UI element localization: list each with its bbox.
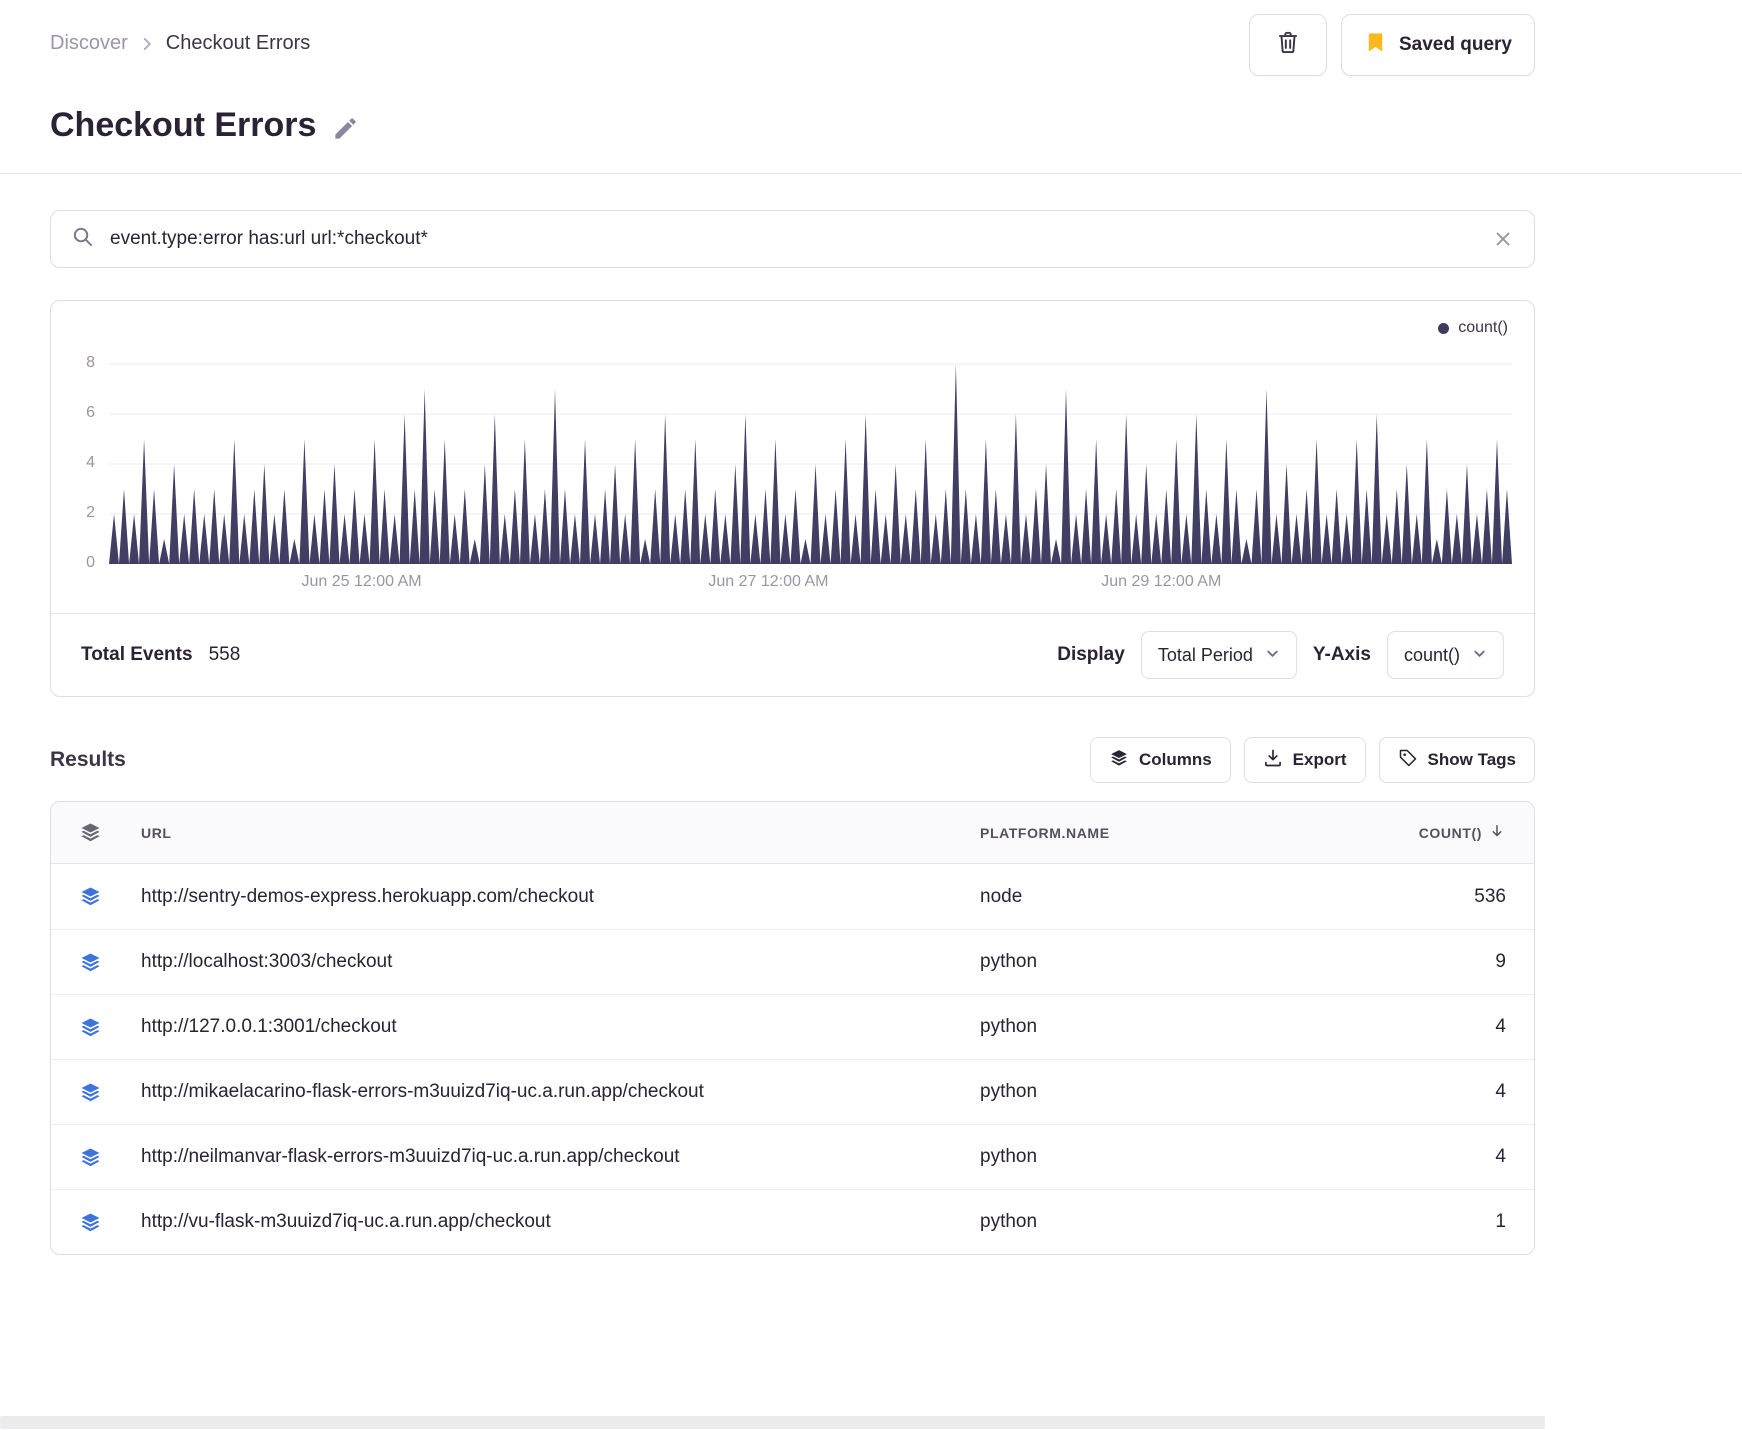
count-cell[interactable]: 4 <box>1356 1081 1506 1103</box>
count-cell[interactable]: 536 <box>1356 886 1506 908</box>
page-divider <box>0 173 1742 174</box>
platform-cell[interactable]: python <box>980 1016 1340 1038</box>
breadcrumb: Discover Checkout Errors <box>50 32 310 55</box>
download-icon <box>1263 748 1283 773</box>
layers-icon <box>1109 748 1129 773</box>
results-heading: Results <box>50 748 126 771</box>
delete-saved-query-button[interactable] <box>1249 14 1327 76</box>
table-body: http://sentry-demos-express.herokuapp.co… <box>51 864 1534 1254</box>
table-header: URL PLATFORM.NAME COUNT() <box>51 802 1534 864</box>
results-table: URL PLATFORM.NAME COUNT() http://sentry-… <box>50 801 1535 1255</box>
bookmark-icon <box>1364 31 1387 60</box>
saved-query-label: Saved query <box>1399 34 1512 55</box>
url-cell[interactable]: http://mikaelacarino-flask-errors-m3uuiz… <box>141 1081 964 1103</box>
top-bar: Discover Checkout Errors Saved query <box>50 0 1535 76</box>
chevron-right-icon <box>138 35 156 53</box>
show-tags-button[interactable]: Show Tags <box>1378 737 1535 783</box>
column-header-platform[interactable]: PLATFORM.NAME <box>980 825 1340 841</box>
results-header-row: Results Columns Export Show Tags <box>50 737 1535 783</box>
chart-controls: Display Total Period Y-Axis count() <box>1057 631 1504 679</box>
count-cell[interactable]: 4 <box>1356 1146 1506 1168</box>
total-events-value: 558 <box>208 644 241 665</box>
count-cell[interactable]: 1 <box>1356 1211 1506 1233</box>
breadcrumb-discover-link[interactable]: Discover <box>50 32 128 55</box>
layers-icon[interactable] <box>79 1211 125 1234</box>
yaxis-label: Y-Axis <box>1312 644 1371 665</box>
column-header-url[interactable]: URL <box>141 825 964 841</box>
page-content: count() 0 2 4 6 8 Jun 25 12:00 AM Jun 27 12:00… <box>50 210 1535 1255</box>
export-label: Export <box>1292 750 1347 769</box>
total-events: Total Events 558 <box>81 644 240 666</box>
table-row[interactable]: http://vu-flask-m3uuizd7iq-uc.a.run.app/… <box>51 1189 1534 1254</box>
total-events-label: Total Events <box>81 644 193 665</box>
export-button[interactable]: Export <box>1243 737 1366 783</box>
horizontal-scrollbar[interactable] <box>0 1416 1545 1429</box>
columns-button[interactable]: Columns <box>1089 737 1231 783</box>
url-cell[interactable]: http://127.0.0.1:3001/checkout <box>141 1016 964 1038</box>
y-axis-tick: 4 <box>86 454 95 471</box>
layers-icon[interactable] <box>79 1146 125 1169</box>
x-axis-tick: Jun 25 12:00 AM <box>301 573 422 590</box>
search-bar <box>50 210 1535 268</box>
y-axis-tick: 2 <box>86 504 95 521</box>
display-label: Display <box>1057 644 1125 665</box>
display-dropdown[interactable]: Total Period <box>1140 631 1297 679</box>
layers-icon[interactable] <box>79 1016 125 1039</box>
url-cell[interactable]: http://sentry-demos-express.herokuapp.co… <box>141 886 964 908</box>
platform-cell[interactable]: node <box>980 886 1340 908</box>
trash-icon <box>1275 29 1301 61</box>
yaxis-value: count() <box>1403 644 1460 665</box>
close-icon[interactable] <box>1492 228 1514 250</box>
tag-icon <box>1398 748 1418 773</box>
pencil-icon[interactable] <box>332 115 359 142</box>
legend-label: count() <box>1458 319 1508 336</box>
y-axis-tick: 8 <box>86 354 95 371</box>
count-cell[interactable]: 4 <box>1356 1016 1506 1038</box>
chevron-down-icon <box>1472 645 1487 666</box>
layers-icon[interactable] <box>79 951 125 974</box>
legend-dot-icon <box>1438 322 1450 334</box>
chart-footer: Total Events 558 Display Total Period Y-A… <box>51 613 1534 696</box>
platform-cell[interactable]: python <box>980 1211 1340 1233</box>
y-axis-tick: 0 <box>86 554 95 571</box>
platform-cell[interactable]: python <box>980 1146 1340 1168</box>
chart-area: count() 0 2 4 6 8 Jun 25 12:00 AM Jun 27 12:00… <box>51 301 1534 613</box>
url-cell[interactable]: http://localhost:3003/checkout <box>141 951 964 973</box>
x-axis-tick: Jun 27 12:00 AM <box>708 573 829 590</box>
chevron-down-icon <box>1265 645 1280 666</box>
layers-icon[interactable] <box>79 1081 125 1104</box>
page-title: Checkout Errors <box>50 106 317 144</box>
arrow-down-icon <box>1488 822 1506 843</box>
platform-cell[interactable]: python <box>980 951 1340 973</box>
column-header-count[interactable]: COUNT() <box>1356 822 1506 843</box>
columns-label: Columns <box>1138 750 1212 769</box>
discover-page: Discover Checkout Errors Saved query Che… <box>50 0 1535 145</box>
breadcrumb-current: Checkout Errors <box>165 32 311 54</box>
table-row[interactable]: http://127.0.0.1:3001/checkout python 4 <box>51 994 1534 1059</box>
chart-panel: count() 0 2 4 6 8 Jun 25 12:00 AM Jun 27 12:00… <box>50 300 1535 697</box>
magnifier-icon <box>71 225 94 253</box>
x-axis-tick: Jun 29 12:00 AM <box>1101 573 1222 590</box>
y-axis-tick: 6 <box>86 404 95 421</box>
table-row[interactable]: http://neilmanvar-flask-errors-m3uuizd7i… <box>51 1124 1534 1189</box>
url-cell[interactable]: http://neilmanvar-flask-errors-m3uuizd7i… <box>141 1146 964 1168</box>
saved-query-button[interactable]: Saved query <box>1341 14 1535 76</box>
layers-icon[interactable] <box>79 885 125 908</box>
layers-icon[interactable] <box>79 821 125 844</box>
table-row[interactable]: http://localhost:3003/checkout python 9 <box>51 929 1534 994</box>
count-cell[interactable]: 9 <box>1356 951 1506 973</box>
show-tags-label: Show Tags <box>1427 750 1516 769</box>
chart-legend[interactable]: count() <box>1438 319 1508 337</box>
platform-cell[interactable]: python <box>980 1081 1340 1103</box>
display-value: Total Period <box>1157 644 1253 665</box>
chart-plot[interactable] <box>109 349 1512 564</box>
top-actions: Saved query <box>1249 14 1535 76</box>
table-row[interactable]: http://mikaelacarino-flask-errors-m3uuiz… <box>51 1059 1534 1124</box>
title-row: Checkout Errors <box>50 106 1535 145</box>
yaxis-dropdown[interactable]: count() <box>1386 631 1504 679</box>
search-input[interactable] <box>108 227 1478 251</box>
url-cell[interactable]: http://vu-flask-m3uuizd7iq-uc.a.run.app/… <box>141 1211 964 1233</box>
results-actions: Columns Export Show Tags <box>1089 737 1535 783</box>
table-row[interactable]: http://sentry-demos-express.herokuapp.co… <box>51 864 1534 929</box>
